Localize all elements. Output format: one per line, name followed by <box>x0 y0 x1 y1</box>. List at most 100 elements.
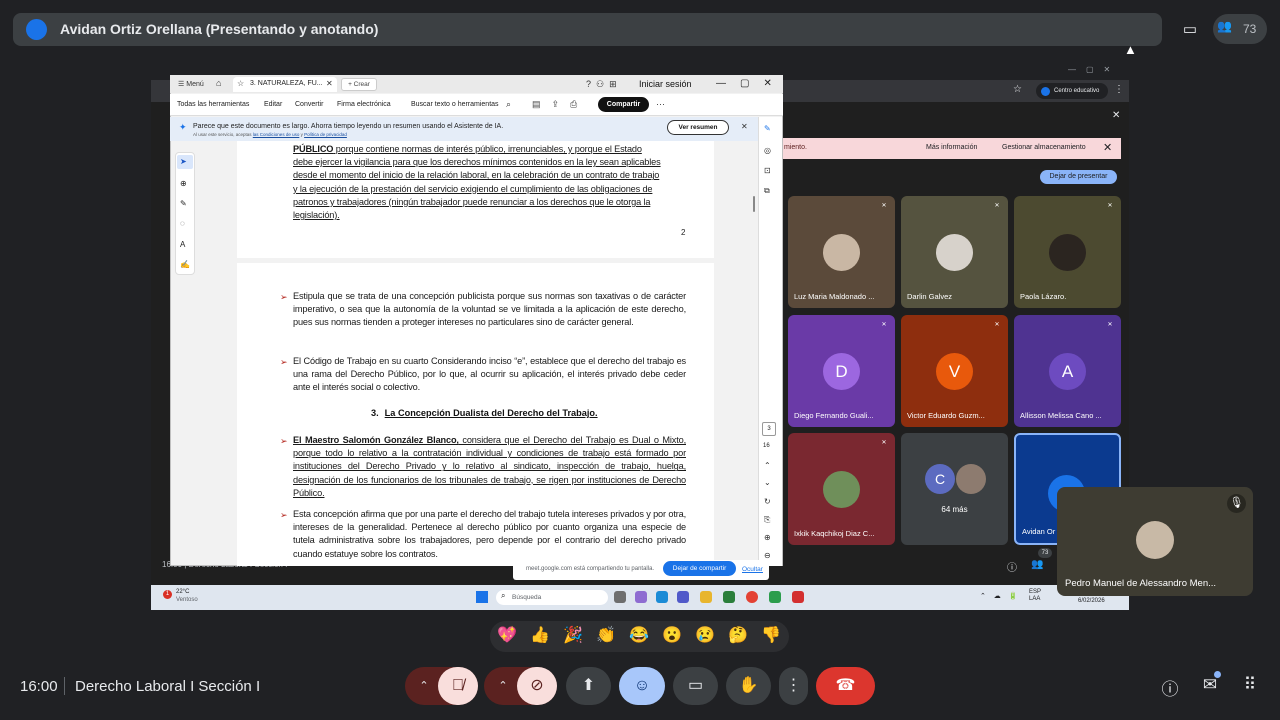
participant-name: Darlin Galvez <box>907 292 953 301</box>
camera-off-button[interactable]: ⊘ <box>517 667 557 705</box>
mic-options-chevron-icon[interactable]: ⌃ <box>411 667 437 705</box>
participant-count: 73 <box>1243 22 1257 36</box>
participant-name: Luz Maria Maldonado ... <box>794 292 875 301</box>
participant-avatar <box>936 234 973 271</box>
presenter-avatar <box>26 19 47 40</box>
mic-off-icon: ✕ <box>881 440 887 446</box>
participant-name: Ixkik Kaqchikoj Diaz C... <box>794 529 875 538</box>
more-icon: ⋯ <box>656 99 665 109</box>
sharing-notice-text: meet.google.com está compartiendo tu pan… <box>526 566 655 572</box>
participant-name: Victor Eduardo Guzm... <box>907 411 985 420</box>
home-icon: ⌂ <box>216 78 222 88</box>
language-indicator: ESP LAA <box>1029 589 1042 602</box>
bullet-arrow-icon: ➢ <box>280 357 288 367</box>
taskbar-search-icon: ⌕ <box>501 591 506 600</box>
tab-close-icon: ✕ <box>326 79 333 88</box>
text-line: legislación). <box>293 209 686 222</box>
window-controls-icon: —▢✕ <box>1068 65 1121 74</box>
participant-tile: ✕ Ixkik Kaqchikoj Diaz C... <box>788 433 895 545</box>
activities-icon[interactable]: ⠿ <box>1238 675 1262 695</box>
line-text: debe ejercer la vigilancia para que los … <box>293 157 661 168</box>
page-down-icon: ⌄ <box>764 478 771 487</box>
reaction-emoji[interactable]: 😮 <box>662 626 682 646</box>
bookmark-star-icon: ☆ <box>1013 84 1022 95</box>
participant-initial: A <box>1049 353 1086 390</box>
close-icon: ✕ <box>1112 110 1121 121</box>
captions-button[interactable]: ▭ <box>673 667 718 705</box>
reaction-emoji[interactable]: 🤔 <box>728 626 748 646</box>
participant-avatar <box>823 471 860 508</box>
raise-hand-button[interactable]: ✋ <box>726 667 771 705</box>
edit-menu: Editar <box>264 101 283 108</box>
participant-avatar <box>956 464 986 494</box>
page-number: 2 <box>681 228 686 237</box>
windows-start-icon <box>476 591 488 603</box>
save-upload-print-icons: ▤⇪⎙ <box>532 99 589 109</box>
emoji-reactions-button[interactable]: ☺ <box>619 667 665 705</box>
more-options-button[interactable]: ⋮ <box>779 667 808 705</box>
line-text: legislación). <box>293 210 340 220</box>
reaction-emoji[interactable]: 🎉 <box>563 626 583 646</box>
acrobat-menu: ☰ Menú <box>178 81 204 88</box>
mic-off-icon: ✕ <box>1107 322 1113 328</box>
reaction-emoji[interactable]: 💖 <box>497 626 517 646</box>
participant-name: Diego Fernando Guali... <box>794 411 874 420</box>
manage-storage-link: Gestionar almacenamiento <box>1002 144 1086 151</box>
reaction-emoji[interactable]: 👏 <box>596 626 616 646</box>
text-line: debe ejercer la vigilancia para que los … <box>293 156 686 169</box>
taskbar-app-icon <box>769 591 781 603</box>
inner-people-icon: 👥 <box>1031 559 1044 570</box>
presenter-title: Avidan Ortiz Orellana (Presentando y ano… <box>60 21 379 37</box>
ai-bar-close-icon: ✕ <box>741 122 748 131</box>
participant-avatar <box>1049 234 1086 271</box>
present-screen-button[interactable]: ⬆ <box>566 667 611 705</box>
mic-off-icon: ✕ <box>881 203 887 209</box>
reaction-emoji[interactable]: 😂 <box>629 626 649 646</box>
mic-off-icon: ✕ <box>1107 203 1113 209</box>
self-avatar <box>1136 521 1174 559</box>
text-line: y la ejecución de la prestación del serv… <box>293 183 686 196</box>
view-summary-button: Ver resumen <box>667 120 729 135</box>
camera-options-chevron-icon[interactable]: ⌃ <box>490 667 516 705</box>
text-line: patronos y trabajadores (ningún trabajad… <box>293 196 686 209</box>
mic-off-icon: ✕ <box>881 322 887 328</box>
search-tools: Buscar texto o herramientas <box>411 101 499 108</box>
participant-tile: V ✕ Victor Eduardo Guzm... <box>901 315 1008 427</box>
storage-close-icon: ✕ <box>1103 142 1113 154</box>
pages-icon: ⧉ <box>764 186 770 195</box>
create-button: + Crear <box>341 78 377 91</box>
profile-avatar-icon <box>1041 87 1050 96</box>
chrome-menu-icon: ⋮ <box>1114 84 1124 95</box>
text-line: desde el momento del inicio de la relaci… <box>293 169 686 182</box>
participant-name: Paola Lázaro. <box>1020 292 1067 301</box>
pen-tool-icon: ✎ <box>180 199 187 208</box>
reaction-emoji[interactable]: 😢 <box>695 626 715 646</box>
bold-word: PÚBLICO <box>293 144 334 154</box>
current-page: 3 <box>762 422 776 436</box>
meeting-clock: 16:00 <box>20 678 58 695</box>
bullet-arrow-icon: ➢ <box>280 292 288 302</box>
reaction-emoji[interactable]: 👍 <box>530 626 550 646</box>
leave-call-button[interactable]: ☎ <box>816 667 875 705</box>
reaction-emoji[interactable]: 👎 <box>761 626 781 646</box>
inner-participant-count: 73 <box>1038 548 1052 558</box>
ai-sparkle-icon: ✦ <box>179 122 187 132</box>
weather-desc: Ventoso <box>176 597 198 603</box>
participant-tile: ✕ Paola Lázaro. <box>1014 196 1121 308</box>
text-tool-icon: A <box>180 240 186 249</box>
taskbar-chrome-icon <box>746 591 758 603</box>
meeting-info-icon[interactable]: ⓘ <box>1158 675 1182 700</box>
chat-icon[interactable]: ✉ <box>1198 675 1222 695</box>
share-button: Compartir <box>598 97 649 112</box>
line-text: y la ejecución de la prestación del serv… <box>293 183 653 194</box>
hide-presentation-icon[interactable]: ▭ <box>1175 15 1205 45</box>
ai-message: Parece que este documento es largo. Ahor… <box>193 123 504 130</box>
participant-tile: A ✕ Allisson Melissa Cano ... <box>1014 315 1121 427</box>
self-name: Pedro Manuel de Alessandro Men... <box>1065 578 1217 589</box>
all-tools-menu: Todas las herramientas <box>177 101 250 108</box>
participant-initial: V <box>936 353 973 390</box>
mic-off-button[interactable]: 🎙̸ <box>438 667 478 705</box>
hide-notice-link: Ocultar <box>742 566 763 573</box>
stop-presenting-button-shared: Dejar de presentar <box>1040 170 1117 184</box>
divider <box>64 677 65 695</box>
